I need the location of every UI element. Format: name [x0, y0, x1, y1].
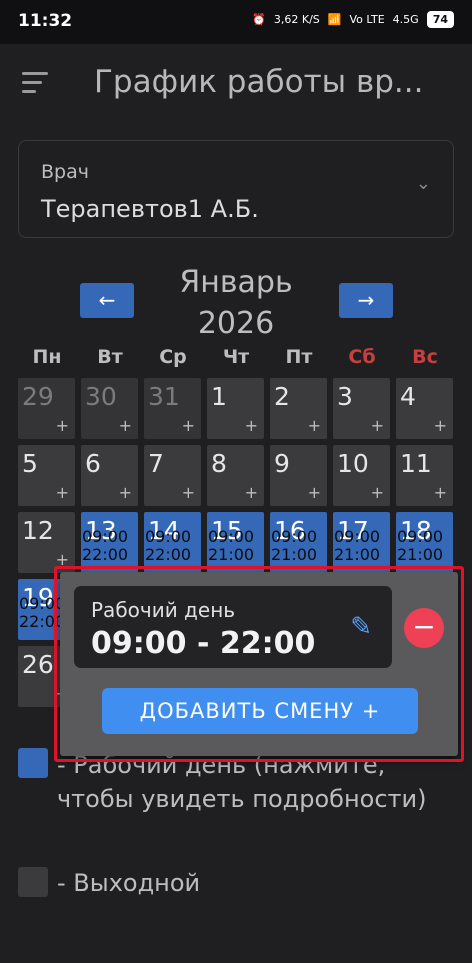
shift-start: 09:00 — [271, 527, 318, 546]
day-number: 6 — [85, 449, 101, 478]
shift-start: 09:00 — [397, 527, 444, 546]
month-year: 2026 — [197, 306, 275, 341]
add-icon: + — [244, 416, 258, 435]
day-number: 8 — [211, 449, 227, 478]
day-cell[interactable]: 30 + — [81, 378, 138, 439]
weekday-mon: Пн — [32, 346, 62, 368]
arrow-right-icon: → — [357, 288, 375, 312]
weekday-sun: Вс — [412, 346, 438, 368]
day-number: 3 — [337, 382, 353, 411]
add-icon: + — [433, 416, 447, 435]
month-name: Январь — [179, 265, 293, 300]
month-title: Январь 2026 — [136, 262, 336, 344]
wifi-icon: 📶 — [327, 13, 342, 26]
status-icons: ⏰ 3,62 K/S 📶 Vo LTE 4.5G 74 — [252, 11, 454, 28]
add-icon: + — [118, 483, 132, 502]
work-day-cell[interactable]: 15 09:00 21:00 — [207, 512, 264, 573]
day-number: 26 — [22, 650, 54, 679]
alarm-icon: ⏰ — [252, 13, 266, 26]
legend-off-swatch — [18, 867, 48, 897]
add-icon: + — [55, 483, 69, 502]
shift-start: 09:00 — [334, 527, 381, 546]
add-icon: + — [370, 483, 384, 502]
work-day-cell[interactable]: 17 09:00 21:00 — [333, 512, 390, 573]
day-cell[interactable]: 10 + — [333, 445, 390, 506]
weekday-thu: Чт — [222, 346, 250, 368]
network-speed: 3,62 K/S — [273, 13, 320, 26]
add-icon: + — [370, 416, 384, 435]
shift-end: 22:00 — [145, 545, 192, 564]
day-cell[interactable]: 1 + — [207, 378, 264, 439]
weekday-fri: Пт — [285, 346, 313, 368]
doctor-label: Врач — [41, 161, 89, 183]
menu-icon[interactable] — [22, 72, 48, 99]
arrow-left-icon: ← — [98, 288, 116, 312]
day-number: 1 — [211, 382, 227, 411]
day-number: 7 — [148, 449, 164, 478]
day-cell[interactable]: 6 + — [81, 445, 138, 506]
add-icon: + — [307, 483, 321, 502]
add-icon: + — [118, 416, 132, 435]
highlight-frame — [54, 566, 464, 762]
day-number: 30 — [85, 382, 117, 411]
status-bar: 11:32 ⏰ 3,62 K/S 📶 Vo LTE 4.5G 74 — [0, 0, 472, 44]
day-number: 11 — [400, 449, 432, 478]
weekday-tue: Вт — [97, 346, 123, 368]
day-number: 5 — [22, 449, 38, 478]
work-day-cell[interactable]: 18 09:00 21:00 — [396, 512, 453, 573]
day-cell[interactable]: 3 + — [333, 378, 390, 439]
doctor-select[interactable]: Врач Терапевтов1 А.Б. ⌄ — [18, 140, 454, 238]
add-icon: + — [181, 416, 195, 435]
day-cell[interactable]: 2 + — [270, 378, 327, 439]
shift-start: 09:00 — [145, 527, 192, 546]
prev-month-button[interactable]: ← — [80, 283, 134, 318]
doctor-value: Терапевтов1 А.Б. — [41, 195, 259, 223]
add-icon: + — [433, 483, 447, 502]
work-day-cell[interactable]: 16 09:00 21:00 — [270, 512, 327, 573]
day-cell[interactable]: 4 + — [396, 378, 453, 439]
work-day-cell[interactable]: 13 09:00 22:00 — [81, 512, 138, 573]
app-bar: График работы вр... — [0, 44, 472, 124]
day-cell[interactable]: 11 + — [396, 445, 453, 506]
day-number: 29 — [22, 382, 54, 411]
chevron-down-icon: ⌄ — [415, 173, 431, 194]
day-number: 2 — [274, 382, 290, 411]
shift-end: 21:00 — [271, 545, 318, 564]
legend-work-swatch — [18, 748, 48, 778]
page-title: График работы вр... — [94, 64, 424, 100]
volte-label: Vo LTE — [349, 13, 385, 26]
add-icon: + — [181, 483, 195, 502]
weekday-wed: Ср — [159, 346, 187, 368]
day-cell[interactable]: 7 + — [144, 445, 201, 506]
legend-off-text: - Выходной — [57, 869, 201, 897]
day-cell[interactable]: 9 + — [270, 445, 327, 506]
day-number: 10 — [337, 449, 369, 478]
day-cell[interactable]: 5 + — [18, 445, 75, 506]
day-number: 4 — [400, 382, 416, 411]
day-cell[interactable]: 31 + — [144, 378, 201, 439]
work-day-cell[interactable]: 14 09:00 22:00 — [144, 512, 201, 573]
add-icon: + — [55, 416, 69, 435]
day-cell[interactable]: 29 + — [18, 378, 75, 439]
shift-start: 09:00 — [208, 527, 255, 546]
next-month-button[interactable]: → — [339, 283, 393, 318]
shift-end: 21:00 — [397, 545, 444, 564]
signal-label: 4.5G — [392, 13, 419, 26]
day-cell[interactable]: 8 + — [207, 445, 264, 506]
day-number: 31 — [148, 382, 180, 411]
shift-end: 21:00 — [208, 545, 255, 564]
day-cell[interactable]: 12 + — [18, 512, 75, 573]
status-time: 11:32 — [18, 11, 73, 31]
day-number: 9 — [274, 449, 290, 478]
add-icon: + — [307, 416, 321, 435]
shift-end: 21:00 — [334, 545, 381, 564]
day-number: 12 — [22, 516, 54, 545]
shift-start: 09:00 — [82, 527, 129, 546]
shift-end: 22:00 — [82, 545, 129, 564]
battery-icon: 74 — [426, 11, 454, 28]
add-icon: + — [244, 483, 258, 502]
weekday-sat: Сб — [348, 346, 376, 368]
